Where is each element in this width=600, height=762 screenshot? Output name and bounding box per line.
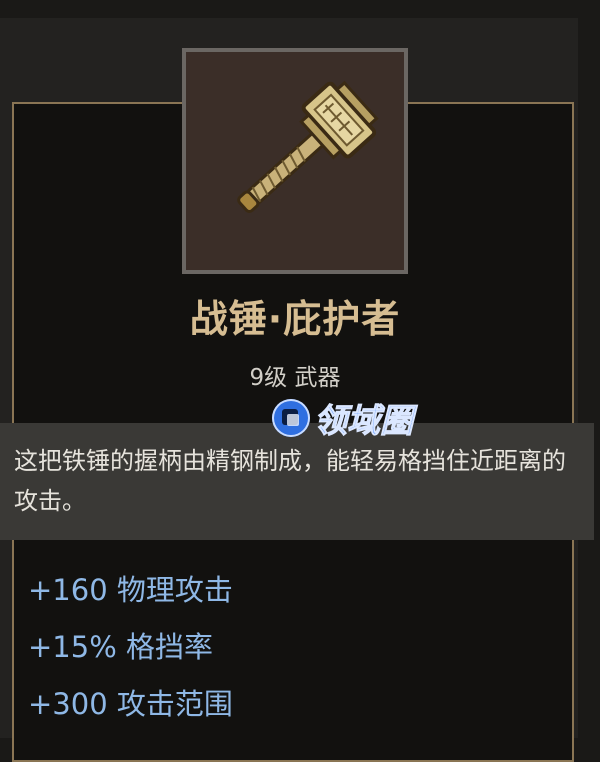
watermark: 领域圈 (272, 396, 414, 441)
item-name: 战锤·庇护者 (189, 297, 401, 341)
stat-physical-attack: +160 物理攻击 (28, 573, 233, 607)
stat-block-rate: +15% 格挡率 (28, 630, 213, 664)
item-level-type: 9级 武器 (249, 365, 341, 391)
watermark-logo-icon (272, 399, 310, 437)
item-description-box: 这把铁锤的握柄由精钢制成，能轻易格挡住近距离的攻击。 (0, 423, 594, 540)
item-stats-list: +160 物理攻击 +15% 格挡率 +300 攻击范围 (28, 568, 233, 739)
item-description: 这把铁锤的握柄由精钢制成，能轻易格挡住近距离的攻击。 (14, 447, 566, 515)
watermark-text: 领域圈 (314, 401, 414, 441)
item-icon-slot (182, 48, 408, 274)
war-hammer-icon (237, 80, 379, 213)
stat-attack-range: +300 攻击范围 (28, 687, 233, 721)
